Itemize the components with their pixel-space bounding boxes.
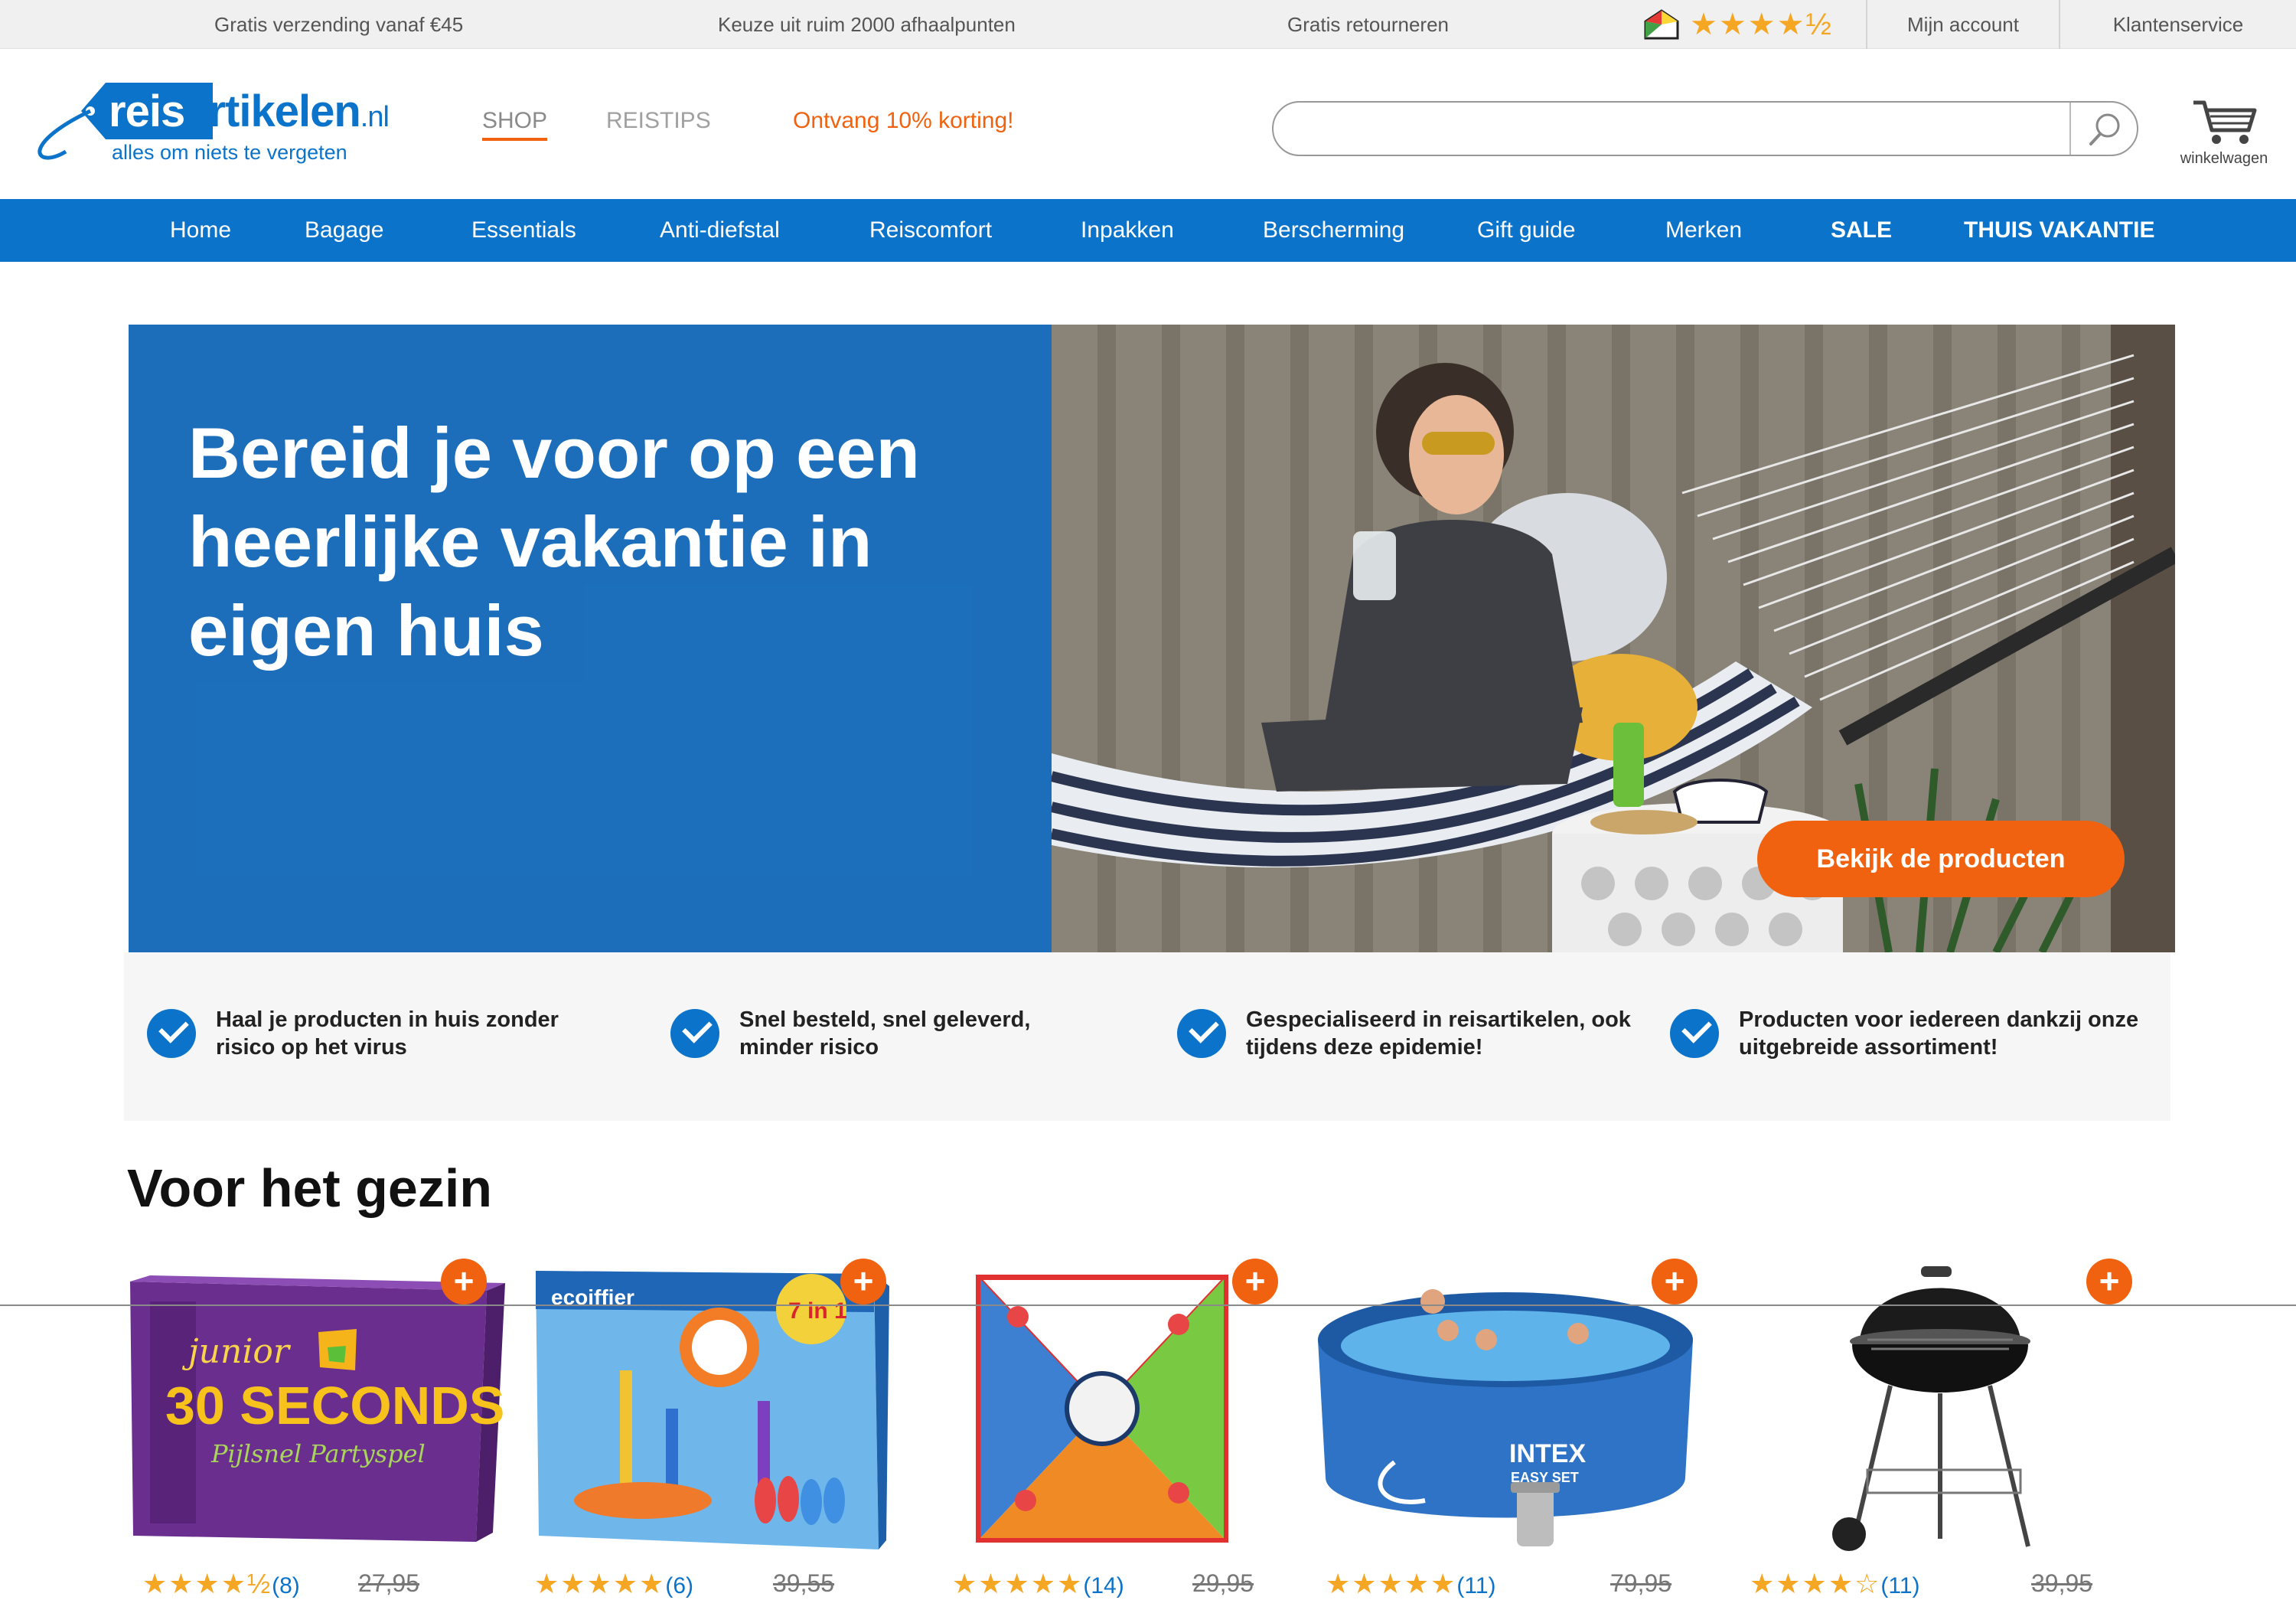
- box-text: 7 in 1: [788, 1298, 847, 1324]
- search-button[interactable]: [2076, 107, 2132, 150]
- nav-thuis-vakantie[interactable]: THUIS VAKANTIE: [1964, 199, 2154, 262]
- add-to-cart-button[interactable]: +: [2086, 1259, 2132, 1304]
- product-card[interactable]: INTEX EASY SET + ★★★★★(11) 79,95: [1310, 1256, 1708, 1599]
- search-divider: [2069, 103, 2071, 155]
- nav-inpakken[interactable]: Inpakken: [1081, 199, 1174, 262]
- usp-text: Haal je producten in huis zonder risico …: [216, 1007, 559, 1060]
- site-header: reisartikelen.nl alles om niets te verge…: [0, 49, 2296, 199]
- product-card[interactable]: + ★★★★☆(11) 39,95: [1737, 1256, 2135, 1599]
- usp-text: Snel besteld, snel geleverd, minder risi…: [739, 1007, 1031, 1060]
- box-text: 30 SECONDS: [165, 1376, 504, 1435]
- old-price: 39,95: [2031, 1569, 2093, 1597]
- box-text: INTEX: [1509, 1439, 1586, 1468]
- usp-free-returns: Gratis retourneren: [1287, 13, 1449, 36]
- shopping-cart-icon: [2193, 100, 2257, 144]
- box-text: Pijlsnel Partyspel: [210, 1439, 426, 1468]
- review-count: (6): [665, 1573, 694, 1598]
- view-products-button[interactable]: Bekijk de producten: [1757, 821, 2125, 897]
- nav-anti-diefstal[interactable]: Anti-diefstal: [660, 199, 780, 262]
- check-icon: [1177, 1009, 1226, 1058]
- usp-text: Producten voor iedereen dankzij onze uit…: [1739, 1007, 2139, 1060]
- nav-merken[interactable]: Merken: [1665, 199, 1742, 262]
- nav-bagage[interactable]: Bagage: [305, 199, 383, 262]
- main-navigation: Home Bagage Essentials Anti-diefstal Rei…: [0, 199, 2296, 262]
- product-card[interactable]: junior 30 SECONDS Pijlsnel Partyspel + ★…: [127, 1256, 525, 1599]
- nav-essentials[interactable]: Essentials: [471, 199, 576, 262]
- review-count: (14): [1083, 1573, 1124, 1598]
- usp-band: Haal je producten in huis zonder risico …: [124, 952, 2170, 1121]
- check-icon: [1670, 1009, 1719, 1058]
- nav-sale[interactable]: SALE: [1831, 199, 1892, 262]
- shop-rating[interactable]: ★★★★½: [1644, 9, 1833, 40]
- search-input[interactable]: [1292, 109, 2057, 149]
- nav-shop[interactable]: SHOP: [482, 106, 548, 141]
- product-card[interactable]: + ★★★★★(14) 29,95: [949, 1256, 1347, 1599]
- hero-banner[interactable]: Bereid je voor op een heerlijke vakantie…: [129, 325, 2175, 952]
- usp-item: Gespecialiseerd in reisartikelen, ook ti…: [1177, 1006, 1636, 1061]
- add-to-cart-button[interactable]: +: [840, 1259, 886, 1304]
- usp-free-shipping: Gratis verzending vanaf €45: [214, 13, 464, 36]
- product-image: INTEX EASY SET: [1318, 1289, 1693, 1546]
- review-logo-icon: [1644, 9, 1679, 40]
- product-image: [976, 1275, 1228, 1543]
- cart-button[interactable]: winkelwagen: [2180, 96, 2268, 173]
- old-price: 79,95: [1610, 1569, 1672, 1597]
- nav-reistips[interactable]: REISTIPS: [606, 106, 711, 136]
- review-count: (8): [272, 1573, 300, 1598]
- section-title: Voor het gezin: [127, 1158, 493, 1218]
- usp-pickup-points: Keuze uit ruim 2000 afhaalpunten: [718, 13, 1016, 36]
- usp-text: Gespecialiseerd in reisartikelen, ook ti…: [1246, 1007, 1631, 1060]
- search-bar: [1272, 101, 2138, 156]
- cart-label: winkelwagen: [2180, 150, 2268, 167]
- usp-item: Haal je producten in huis zonder risico …: [147, 1006, 621, 1061]
- logo-tagline: alles om niets te vergeten: [112, 141, 347, 164]
- site-logo[interactable]: reisartikelen.nl alles om niets te verge…: [35, 77, 410, 176]
- hero-headline: Bereid je voor op een heerlijke vakantie…: [188, 413, 920, 671]
- divider-line: [0, 1304, 2296, 1306]
- usp-item: Snel besteld, snel geleverd, minder risi…: [670, 1006, 1099, 1061]
- customer-service-link[interactable]: Klantenservice: [2060, 0, 2296, 49]
- check-icon: [670, 1009, 719, 1058]
- check-icon: [147, 1009, 196, 1058]
- rating-stars: ★★★★½: [1690, 8, 1833, 41]
- old-price: 29,95: [1192, 1569, 1254, 1597]
- nav-home[interactable]: Home: [170, 199, 231, 262]
- review-count: (11): [1880, 1573, 1920, 1598]
- nav-reiscomfort[interactable]: Reiscomfort: [869, 199, 992, 262]
- logo-wordmark: reisartikelen.nl: [109, 87, 390, 136]
- add-to-cart-button[interactable]: +: [1652, 1259, 1698, 1304]
- old-price: 27,95: [358, 1569, 420, 1597]
- discount-promo-link[interactable]: Ontvang 10% korting!: [793, 106, 1014, 136]
- top-usp-bar: Gratis verzending vanaf €45 Keuze uit ru…: [0, 0, 2296, 49]
- nav-berscherming[interactable]: Berscherming: [1263, 199, 1404, 262]
- review-count: (11): [1456, 1573, 1496, 1598]
- product-image: [1832, 1266, 2030, 1551]
- search-icon: [2089, 113, 2120, 145]
- add-to-cart-button[interactable]: +: [441, 1259, 487, 1304]
- old-price: 39,55: [773, 1569, 835, 1597]
- usp-item: Producten voor iedereen dankzij onze uit…: [1670, 1006, 2144, 1061]
- add-to-cart-button[interactable]: +: [1232, 1259, 1278, 1304]
- nav-gift-guide[interactable]: Gift guide: [1477, 199, 1575, 262]
- box-text: junior: [181, 1332, 292, 1371]
- product-card[interactable]: ecoiffier 7 in 1 + ★★★★★(6) 39,55: [528, 1256, 926, 1599]
- my-account-link[interactable]: Mijn account: [1867, 0, 2059, 49]
